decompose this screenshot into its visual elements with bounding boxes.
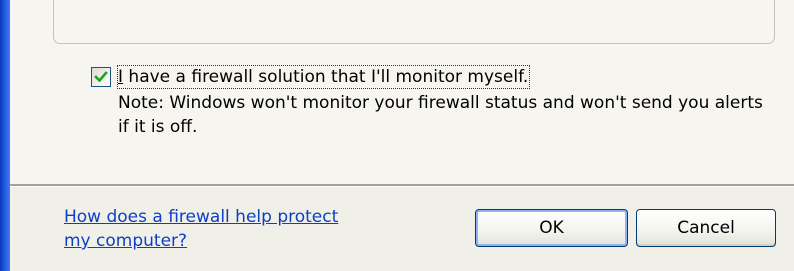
checkbox-label-text: have a firewall solution that I'll monit… <box>123 67 529 87</box>
group-box <box>53 0 775 44</box>
firewall-checkbox-label[interactable]: I have a firewall solution that I'll mon… <box>116 65 531 89</box>
cancel-button[interactable]: Cancel <box>636 209 776 247</box>
check-mark-icon <box>94 71 108 83</box>
firewall-note: Note: Windows won't monitor your firewal… <box>118 93 763 137</box>
dialog-content: I have a firewall solution that I'll mon… <box>10 0 794 184</box>
help-link[interactable]: How does a firewall help protect my comp… <box>64 205 364 253</box>
firewall-dialog: I have a firewall solution that I'll mon… <box>0 0 794 271</box>
window-frame-left <box>0 0 10 271</box>
ok-button[interactable]: OK <box>475 209 628 247</box>
dialog-footer: How does a firewall help protect my comp… <box>10 187 794 271</box>
firewall-checkbox[interactable] <box>91 67 111 87</box>
